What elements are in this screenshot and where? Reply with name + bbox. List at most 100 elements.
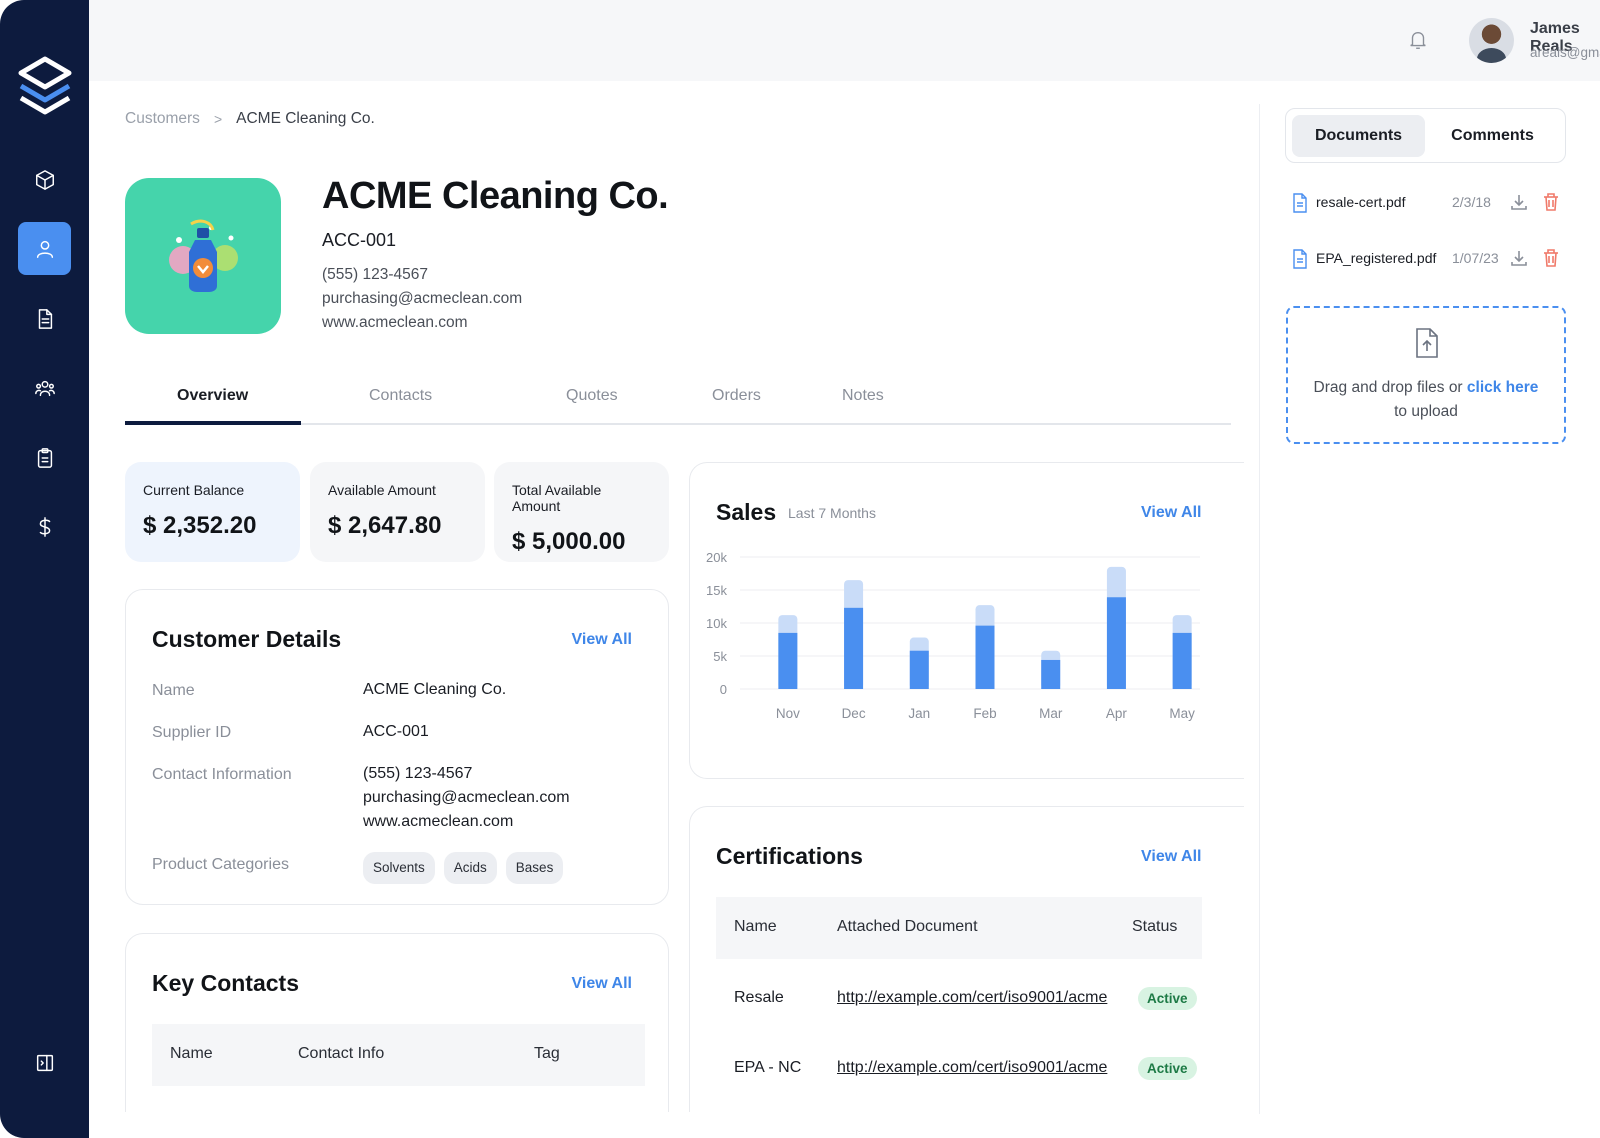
detail-label: Name: [152, 682, 195, 699]
breadcrumb-separator: >: [213, 111, 223, 127]
y-tick-label: 20k: [706, 550, 727, 565]
document-row[interactable]: EPA_registered.pdf 1/07/23: [1292, 246, 1566, 276]
card-title: Customer Details: [152, 626, 342, 652]
box-icon: [35, 169, 54, 190]
user-icon: [36, 240, 53, 258]
document-name[interactable]: resale-cert.pdf: [1316, 194, 1405, 210]
file-icon: [1292, 249, 1308, 269]
bell-icon[interactable]: [1407, 29, 1429, 51]
certifications-view-all-link[interactable]: View All: [1141, 848, 1201, 866]
nav-tasks[interactable]: [18, 431, 71, 484]
user-email: areals@gmail.com: [1530, 45, 1600, 60]
collapse-sidebar-button[interactable]: [18, 1036, 71, 1089]
bar-primary: [975, 625, 995, 689]
file-icon: [1292, 193, 1308, 213]
tab-quotes[interactable]: Quotes: [566, 387, 618, 405]
cert-document-link[interactable]: http://example.com/cert/iso9001/acme: [837, 1059, 1119, 1077]
detail-value-website[interactable]: www.acmeclean.com: [363, 810, 513, 834]
x-tick-label: Feb: [973, 706, 996, 721]
document-row[interactable]: resale-cert.pdf 2/3/18: [1292, 190, 1566, 220]
category-chip: Solvents: [363, 852, 435, 884]
nav-finance[interactable]: [18, 500, 71, 553]
tab-contacts[interactable]: Contacts: [369, 387, 432, 405]
stat-label: Current Balance: [143, 482, 245, 498]
column-header[interactable]: Name: [734, 918, 777, 936]
download-icon[interactable]: [1509, 248, 1529, 268]
x-tick-label: Mar: [1039, 706, 1063, 721]
card-title: Certifications: [716, 843, 863, 869]
nav-team[interactable]: [18, 361, 71, 414]
tab-documents[interactable]: Documents: [1292, 115, 1425, 157]
category-chip: Bases: [505, 852, 564, 884]
product-category-chips: Solvents Acids Bases: [363, 852, 572, 884]
documents-comments-toggle: Documents Comments: [1285, 108, 1566, 163]
content-clip: [689, 1112, 1259, 1138]
detail-label: Contact Information: [152, 766, 292, 783]
stat-value: $ 5,000.00: [512, 528, 626, 555]
tab-comments[interactable]: Comments: [1426, 115, 1559, 157]
y-tick-label: 10k: [706, 616, 727, 631]
y-tick-label: 15k: [706, 583, 727, 598]
bar-primary: [1172, 632, 1192, 689]
cert-document-link[interactable]: http://example.com/cert/iso9001/acme: [837, 989, 1119, 1007]
category-chip: Acids: [443, 852, 497, 884]
tab-orders[interactable]: Orders: [712, 387, 761, 405]
breadcrumb-customers-link[interactable]: Customers: [125, 110, 200, 128]
company-website[interactable]: www.acmeclean.com: [322, 314, 468, 332]
company-phone: (555) 123-4567: [322, 266, 428, 283]
clipboard-icon: [37, 447, 52, 468]
sidebar-toggle-icon: [36, 1054, 53, 1071]
column-header[interactable]: Name: [170, 1045, 213, 1063]
upload-file-icon: [1415, 328, 1439, 358]
file-dropzone[interactable]: Drag and drop files or click here to upl…: [1286, 306, 1566, 444]
column-header[interactable]: Status: [1132, 918, 1177, 936]
avatar[interactable]: [1469, 18, 1514, 63]
stat-available-amount: Available Amount $ 2,647.80: [310, 462, 485, 562]
detail-value-name: ACME Cleaning Co.: [363, 681, 507, 698]
detail-value-email[interactable]: purchasing@acmeclean.com: [363, 786, 570, 810]
active-tab-indicator: [125, 421, 301, 425]
customer-details-view-all-link[interactable]: View All: [572, 631, 632, 649]
document-name[interactable]: EPA_registered.pdf: [1316, 250, 1436, 266]
key-contacts-view-all-link[interactable]: View All: [572, 975, 632, 993]
column-header[interactable]: Tag: [534, 1045, 560, 1063]
upload-click-here-link[interactable]: click here: [1467, 379, 1539, 396]
x-tick-label: Apr: [1106, 706, 1128, 721]
detail-label: Supplier ID: [152, 724, 232, 741]
team-icon: [34, 380, 55, 396]
company-email[interactable]: purchasing@acmeclean.com: [322, 290, 522, 308]
card-title: Key Contacts: [152, 970, 299, 996]
breadcrumb-current: ACME Cleaning Co.: [236, 110, 375, 127]
breadcrumb: Customers > ACME Cleaning Co.: [125, 110, 375, 128]
dollar-icon: [39, 516, 50, 537]
key-contacts-card: Key Contacts View All Name Contact Info …: [125, 933, 669, 1138]
nav-documents[interactable]: [18, 292, 71, 345]
stat-total-available: Total Available Amount $ 5,000.00: [494, 462, 669, 562]
trash-icon[interactable]: [1542, 248, 1560, 268]
trash-icon[interactable]: [1542, 192, 1560, 212]
sales-bar-chart: 20k 15k 10k 5k 0 Nov Dec Jan Feb Mar Apr May: [706, 550, 1200, 721]
stat-label: Total Available Amount: [512, 482, 602, 514]
app-logo[interactable]: [18, 56, 72, 116]
stat-label: Available Amount: [328, 482, 436, 498]
cert-name: EPA - NC: [734, 1059, 802, 1076]
x-tick-label: Nov: [776, 706, 800, 721]
download-icon[interactable]: [1509, 192, 1529, 212]
column-header[interactable]: Attached Document: [837, 918, 978, 936]
status-badge: Active: [1138, 1057, 1197, 1080]
document-date: 1/07/23: [1452, 250, 1499, 266]
nav-products[interactable]: [18, 153, 71, 206]
tab-bar: Overview Contacts Quotes Orders Notes: [125, 380, 1231, 425]
nav-customers[interactable]: [18, 222, 71, 275]
dropzone-text: Drag and drop files or click here to upl…: [1288, 376, 1564, 424]
document-icon: [38, 308, 52, 329]
document-date: 2/3/18: [1452, 194, 1491, 210]
detail-label: Product Categories: [152, 856, 289, 873]
column-header[interactable]: Contact Info: [298, 1045, 384, 1063]
customer-details-card: Customer Details View All Name ACME Clea…: [125, 589, 669, 905]
tab-overview[interactable]: Overview: [177, 387, 248, 405]
detail-value-phone: (555) 123-4567: [363, 765, 473, 782]
key-contacts-table-header: Name Contact Info Tag: [152, 1024, 645, 1086]
y-tick-label: 0: [720, 682, 727, 697]
tab-notes[interactable]: Notes: [842, 387, 884, 405]
